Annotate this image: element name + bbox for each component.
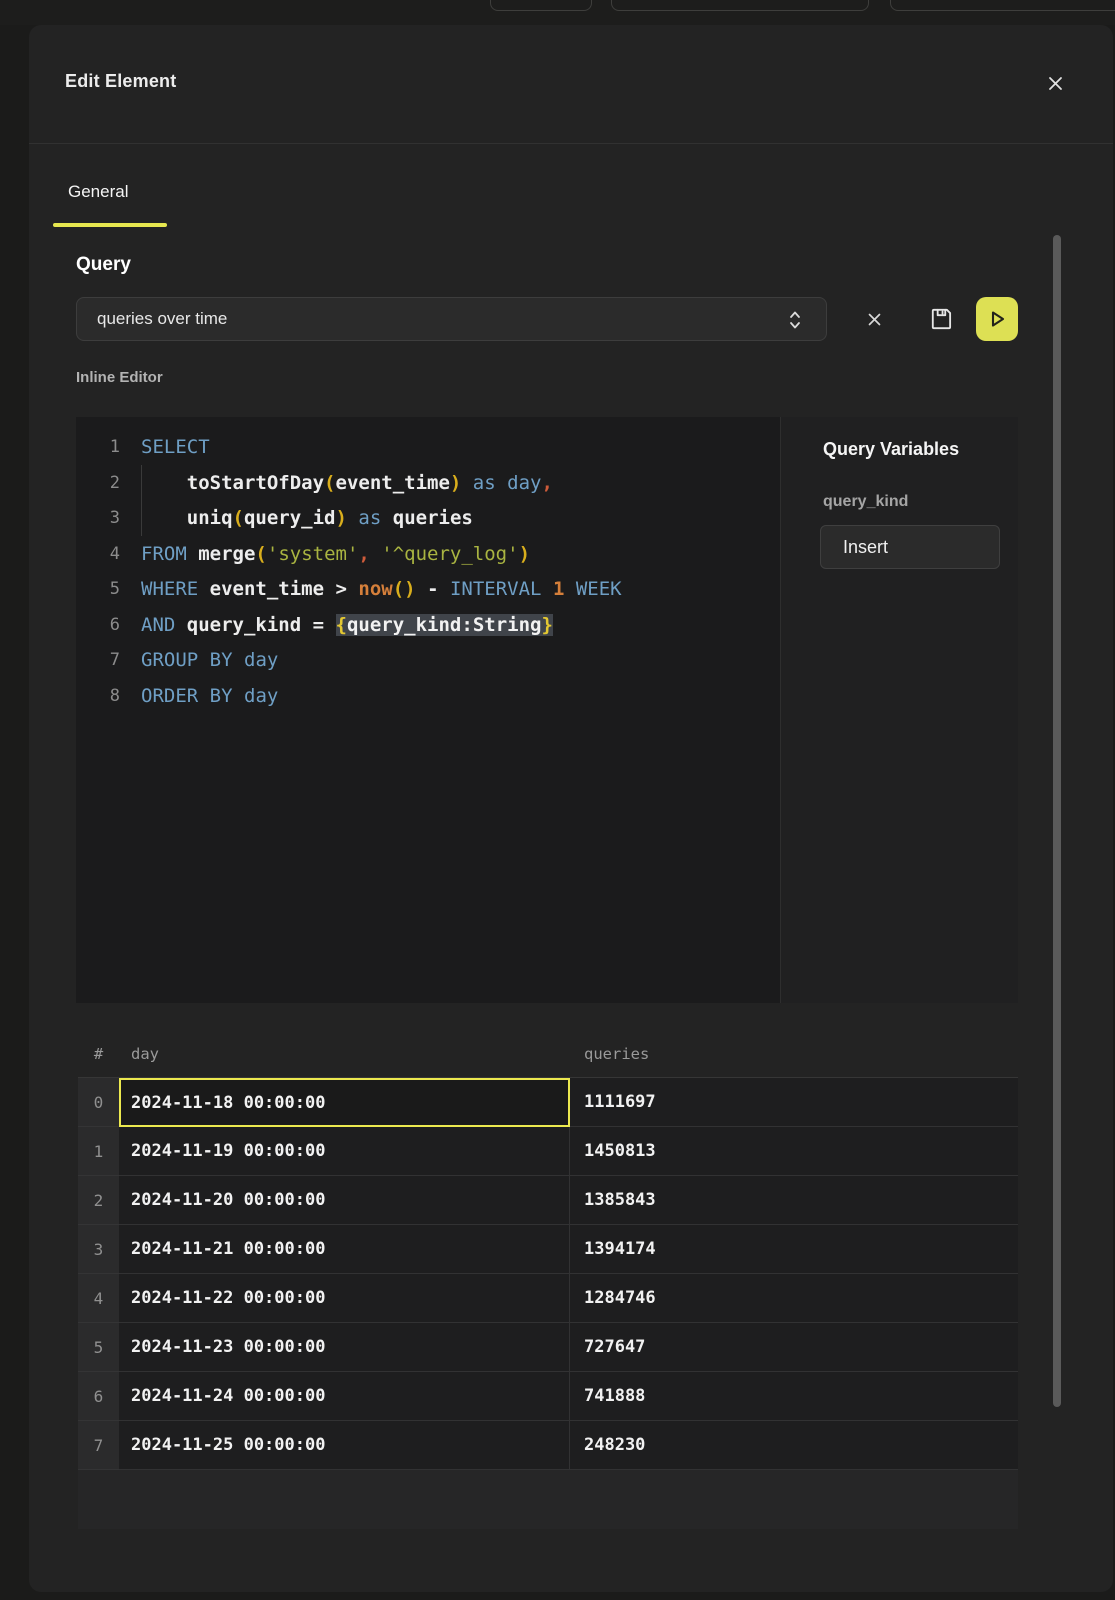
line-number: 6 (76, 608, 120, 644)
modal-title: Edit Element (65, 71, 176, 92)
updown-chevron-icon (788, 309, 802, 336)
day-cell[interactable]: 2024-11-21 00:00:00 (119, 1225, 570, 1274)
code-line[interactable]: 6 AND query_kind = {query_kind:String} (76, 608, 780, 644)
queries-cell[interactable]: 1394174 (570, 1225, 1018, 1274)
code-lines: 1SELECT2 toStartOfDay(event_time) as day… (76, 430, 780, 714)
code-line[interactable]: 4 FROM merge('system', '^query_log') (76, 537, 780, 573)
query-variable-name: query_kind (823, 493, 908, 511)
background-button-outline (490, 0, 592, 11)
row-index: 7 (78, 1421, 119, 1470)
queries-cell[interactable]: 1111697 (570, 1078, 1018, 1127)
background-button-outline (611, 0, 869, 11)
table-row: 22024-11-20 00:00:001385843 (78, 1176, 1018, 1225)
line-number: 7 (76, 643, 120, 679)
column-header-index: # (78, 1030, 119, 1077)
code-line-text: SELECT (141, 430, 210, 466)
code-line[interactable]: 3 uniq(query_id) as queries (76, 501, 780, 537)
edit-element-modal: Edit Element General Query queries over … (29, 25, 1113, 1592)
day-cell-selected[interactable]: 2024-11-18 00:00:00 (119, 1078, 570, 1127)
indent-guide (141, 465, 142, 536)
tab-general[interactable]: General (68, 182, 128, 202)
column-header-day: day (119, 1030, 570, 1077)
results-table-footer (78, 1470, 1018, 1529)
code-line-text: AND query_kind = {query_kind:String} (141, 608, 553, 644)
table-row: 02024-11-18 00:00:001111697 (78, 1078, 1018, 1127)
results-table-body: 02024-11-18 00:00:00111169712024-11-19 0… (78, 1078, 1018, 1470)
row-index: 1 (78, 1127, 119, 1176)
day-cell[interactable]: 2024-11-19 00:00:00 (119, 1127, 570, 1176)
inline-editor: 1SELECT2 toStartOfDay(event_time) as day… (76, 417, 1018, 1003)
code-line-text: WHERE event_time > now() - INTERVAL 1 WE… (141, 572, 622, 608)
header-divider (29, 143, 1113, 144)
queries-cell[interactable]: 1450813 (570, 1127, 1018, 1176)
table-row: 52024-11-23 00:00:00727647 (78, 1323, 1018, 1372)
line-number: 2 (76, 466, 120, 502)
row-index: 0 (78, 1078, 119, 1127)
query-variables-panel: Query Variables query_kind Insert (780, 417, 1018, 1003)
code-line-text: uniq(query_id) as queries (141, 501, 473, 537)
day-cell[interactable]: 2024-11-23 00:00:00 (119, 1323, 570, 1372)
queries-cell[interactable]: 1284746 (570, 1274, 1018, 1323)
row-index: 4 (78, 1274, 119, 1323)
tab-active-underline (53, 223, 167, 227)
floppy-save-icon[interactable] (925, 302, 959, 336)
insert-button-label: Insert (843, 537, 888, 558)
row-index: 2 (78, 1176, 119, 1225)
screen: Edit Element General Query queries over … (0, 0, 1115, 1600)
code-line-text: FROM merge('system', '^query_log') (141, 537, 530, 573)
line-number: 5 (76, 572, 120, 608)
code-line[interactable]: 2 toStartOfDay(event_time) as day, (76, 466, 780, 502)
vertical-scrollbar[interactable] (1053, 235, 1061, 1407)
day-cell[interactable]: 2024-11-24 00:00:00 (119, 1372, 570, 1421)
queries-cell[interactable]: 727647 (570, 1323, 1018, 1372)
play-icon (986, 308, 1008, 330)
code-line[interactable]: 1 SELECT (76, 430, 780, 466)
row-index: 3 (78, 1225, 119, 1274)
day-cell[interactable]: 2024-11-20 00:00:00 (119, 1176, 570, 1225)
query-select-value: queries over time (97, 309, 227, 329)
insert-variable-button[interactable]: Insert (820, 525, 1000, 569)
day-cell[interactable]: 2024-11-22 00:00:00 (119, 1274, 570, 1323)
query-variables-title: Query Variables (823, 439, 959, 460)
run-query-button[interactable] (976, 297, 1018, 341)
clear-icon[interactable] (858, 303, 890, 335)
results-table-header: # day queries (78, 1030, 1018, 1078)
row-index: 6 (78, 1372, 119, 1421)
column-header-queries: queries (570, 1030, 1018, 1077)
queries-cell[interactable]: 1385843 (570, 1176, 1018, 1225)
results-table: # day queries 02024-11-18 00:00:00111169… (78, 1030, 1018, 1529)
code-line-text: toStartOfDay(event_time) as day, (141, 466, 553, 502)
row-index: 5 (78, 1323, 119, 1372)
query-select[interactable]: queries over time (76, 297, 827, 341)
background-button-outline (890, 0, 1115, 11)
queries-cell[interactable]: 741888 (570, 1372, 1018, 1421)
modal-backdrop (0, 25, 29, 1600)
table-row: 32024-11-21 00:00:001394174 (78, 1225, 1018, 1274)
background-page-strip (0, 0, 1115, 25)
code-line-text: GROUP BY day (141, 643, 278, 679)
code-line[interactable]: 7 GROUP BY day (76, 643, 780, 679)
code-line-text: ORDER BY day (141, 679, 278, 715)
queries-cell[interactable]: 248230 (570, 1421, 1018, 1470)
query-heading: Query (76, 254, 131, 276)
sql-code-editor[interactable]: 1SELECT2 toStartOfDay(event_time) as day… (76, 417, 780, 1003)
line-number: 4 (76, 537, 120, 573)
table-row: 12024-11-19 00:00:001450813 (78, 1127, 1018, 1176)
code-line[interactable]: 5 WHERE event_time > now() - INTERVAL 1 W… (76, 572, 780, 608)
line-number: 8 (76, 679, 120, 715)
line-number: 3 (76, 501, 120, 537)
close-icon[interactable] (1039, 67, 1071, 99)
table-row: 62024-11-24 00:00:00741888 (78, 1372, 1018, 1421)
table-row: 72024-11-25 00:00:00248230 (78, 1421, 1018, 1470)
day-cell[interactable]: 2024-11-25 00:00:00 (119, 1421, 570, 1470)
code-line[interactable]: 8 ORDER BY day (76, 679, 780, 715)
inline-editor-label: Inline Editor (76, 369, 163, 386)
line-number: 1 (76, 430, 120, 466)
table-row: 42024-11-22 00:00:001284746 (78, 1274, 1018, 1323)
